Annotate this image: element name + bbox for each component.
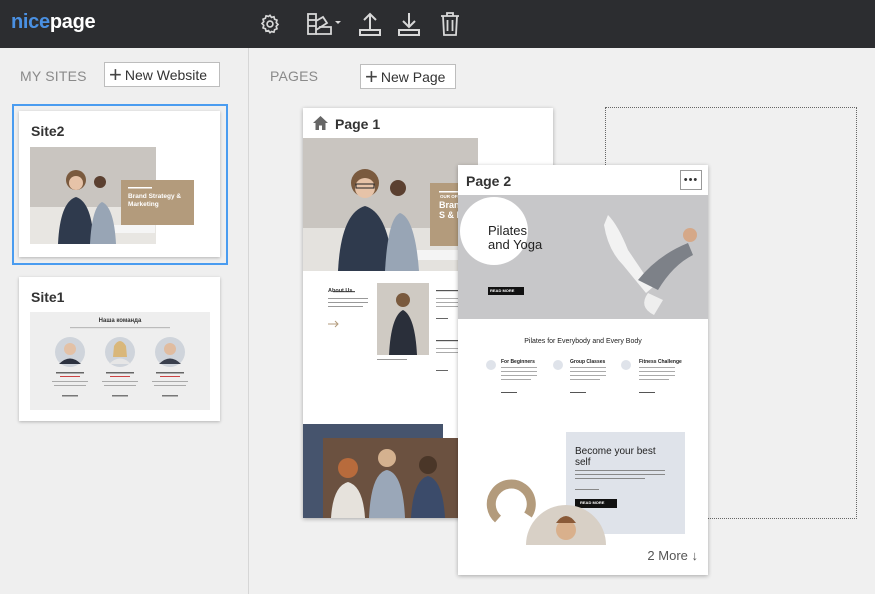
site-card-site2[interactable]: Site2 Brand Strategy & Marketing: [19, 111, 220, 257]
plus-icon: +: [109, 61, 122, 87]
top-toolbar: nicepage: [0, 0, 875, 48]
new-website-label: New Website: [124, 66, 208, 83]
feature-title: Group Classes: [570, 359, 606, 365]
thumbnail-hero-button: READ MORE: [490, 288, 515, 293]
theme-palette-icon[interactable]: [304, 8, 344, 40]
feature-title: Fitness Challenge: [639, 359, 682, 365]
site-thumbnail: Brand Strategy & Marketing: [30, 147, 210, 244]
more-pages-link[interactable]: 2 More ↓: [647, 548, 698, 563]
trash-icon[interactable]: [437, 8, 463, 40]
site-thumbnail: Наша команда: [30, 312, 210, 410]
download-icon[interactable]: [395, 8, 423, 40]
site-title: Site2: [31, 123, 65, 139]
page-title: Page 1: [335, 116, 381, 132]
page-card-page2[interactable]: Page 2 Pilates and Yoga READ MORE Pilate…: [458, 165, 708, 575]
thumbnail-cta-heading: Become your best self: [575, 446, 656, 468]
gear-icon[interactable]: [256, 8, 284, 40]
plus-icon: +: [365, 63, 378, 89]
thumbnail-heading: Pilates and Yoga: [488, 224, 542, 251]
thumbnail-section-heading: About Us: [328, 288, 353, 294]
feature-title: For Beginners: [501, 359, 535, 365]
pages-label: PAGES: [270, 68, 319, 84]
new-page-label: New Page: [380, 68, 446, 85]
nicepage-logo: nicepage: [11, 11, 96, 33]
thumbnail-heading: Brand Strategy & Marketing: [128, 193, 182, 208]
new-website-button[interactable]: + New Website: [104, 62, 220, 87]
site-title: Site1: [31, 289, 65, 305]
page-title: Page 2: [466, 173, 512, 189]
home-icon: [313, 116, 328, 130]
thumbnail-heading-line2: and Yoga: [488, 236, 543, 252]
ellipsis-icon: •••: [683, 174, 699, 186]
new-page-button[interactable]: + New Page: [360, 64, 456, 89]
site-card-site1[interactable]: Site1 Наша команда: [19, 277, 220, 421]
upload-icon[interactable]: [356, 8, 384, 40]
page-options-button[interactable]: •••: [680, 170, 702, 190]
thumbnail-cta-button: READ MORE: [580, 500, 605, 505]
my-sites-label: MY SITES: [20, 68, 87, 84]
page-thumbnail: Pilates and Yoga READ MORE Pilates for E…: [458, 195, 708, 545]
thumbnail-section-heading: Pilates for Everybody and Every Body: [524, 338, 642, 345]
